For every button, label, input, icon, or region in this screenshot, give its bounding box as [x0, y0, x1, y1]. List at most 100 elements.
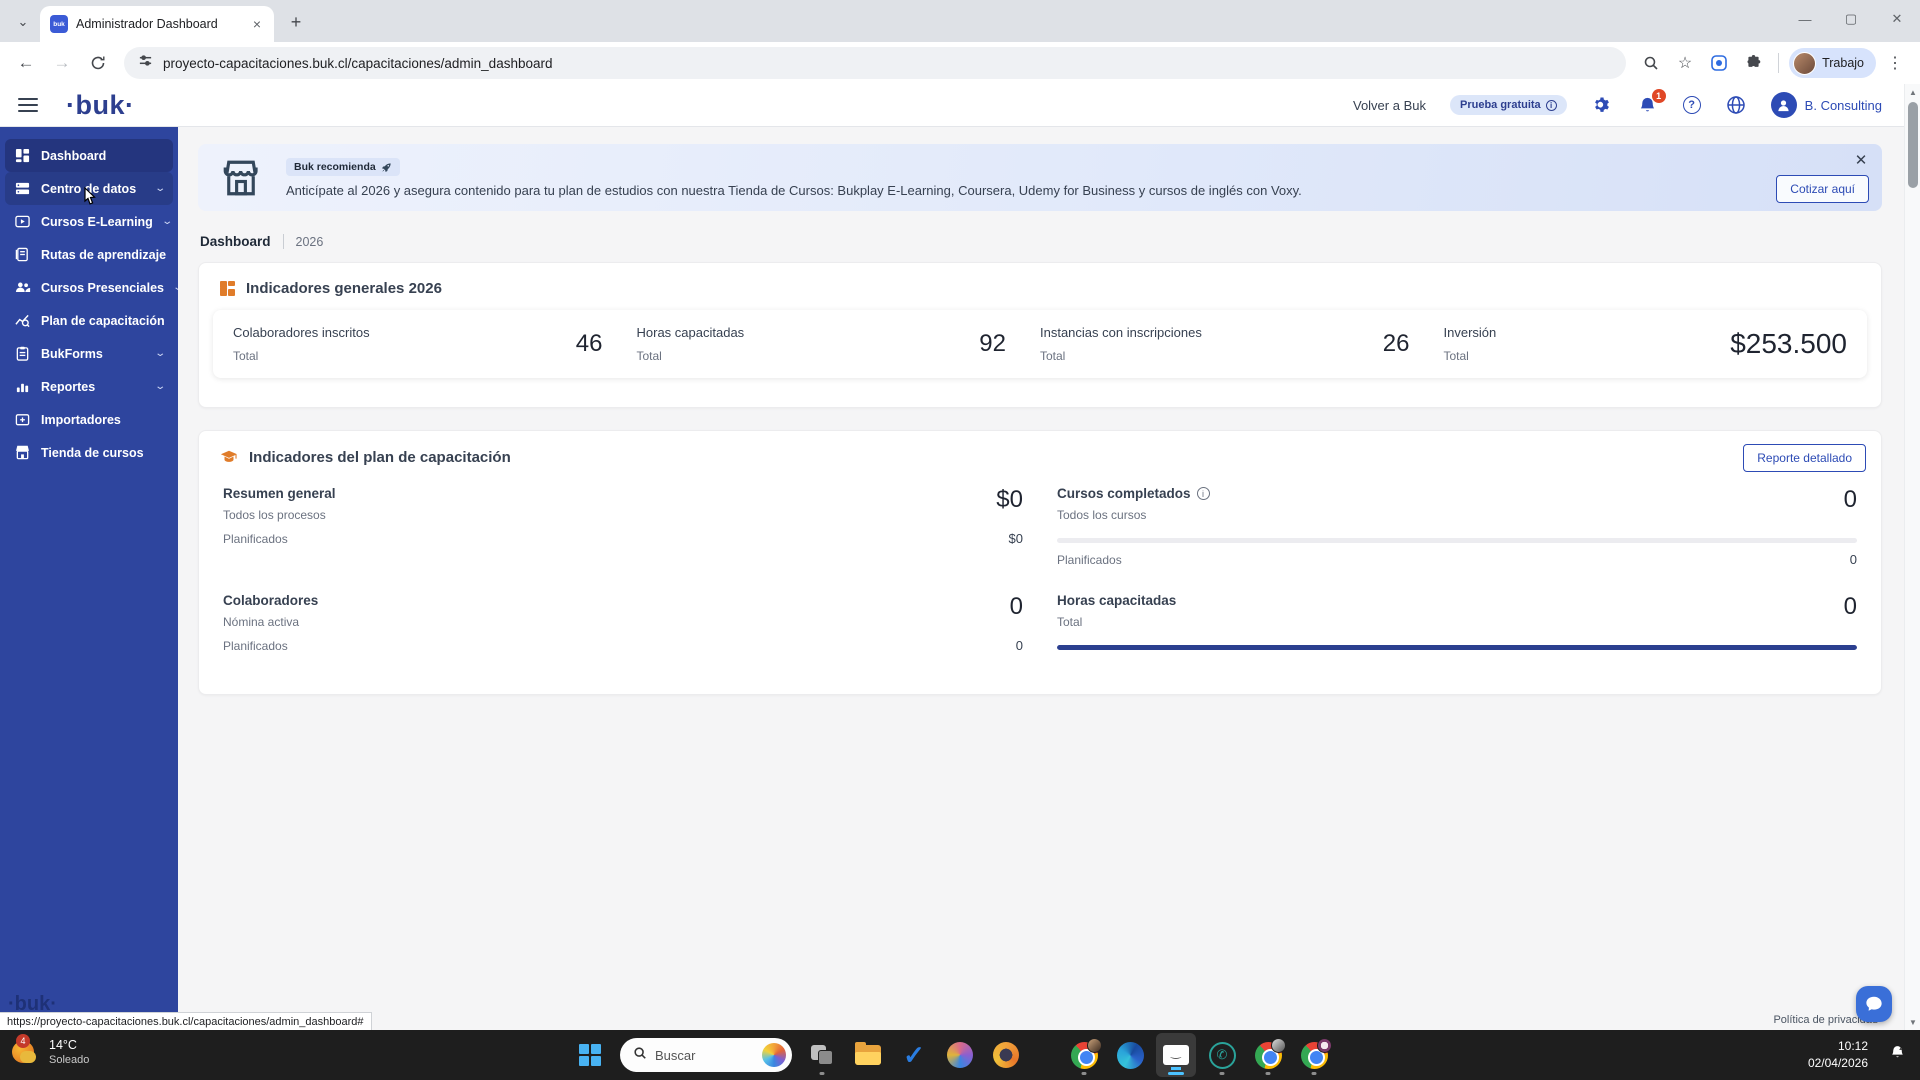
- chat-icon: [1866, 996, 1882, 1011]
- account-menu[interactable]: B. Consulting: [1770, 92, 1882, 118]
- metric-colaboradores-inscritos: Colaboradores inscritos Total 46: [233, 325, 603, 363]
- sidebar-item-plan-de-capacitacion[interactable]: Plan de capacitación: [5, 304, 173, 337]
- chevron-down-icon: ⌄: [153, 381, 166, 392]
- search-placeholder: Buscar: [655, 1047, 696, 1063]
- quad-horas-capacitadas: Horas capacitadas Total 0: [1057, 593, 1857, 653]
- browser-profile-chip[interactable]: Trabajo: [1789, 48, 1876, 78]
- chrome-icon: [1300, 1037, 1332, 1069]
- sidebar-item-rutas-de-aprendizaje[interactable]: Rutas de aprendizaje: [5, 238, 173, 271]
- url-text[interactable]: proyecto-capacitaciones.buk.cl/capacitac…: [163, 56, 552, 71]
- metric-value: $253.500: [1730, 328, 1847, 359]
- back-icon[interactable]: ←: [10, 47, 42, 79]
- clock-date: 02/04/2026: [1807, 1056, 1868, 1071]
- reporte-detallado-button[interactable]: Reporte detallado: [1743, 444, 1866, 472]
- metric-value: 92: [979, 330, 1006, 357]
- banner-close-icon[interactable]: ✕: [1852, 151, 1870, 169]
- task-view-button[interactable]: [802, 1033, 842, 1077]
- info-icon[interactable]: i: [1196, 487, 1210, 500]
- scroll-down-icon[interactable]: ▼: [1905, 1014, 1920, 1030]
- search-tabs-icon[interactable]: [1636, 48, 1666, 78]
- edge-button[interactable]: [1110, 1033, 1150, 1077]
- windows-taskbar: 4 14°C Soleado Buscar ✓ ✆ 10:12 02/04/20…: [0, 1030, 1920, 1080]
- browser-tab[interactable]: buk Administrador Dashboard ×: [40, 6, 274, 42]
- site-info-icon[interactable]: [138, 53, 153, 73]
- page-scrollbar[interactable]: ▲ ▼: [1904, 84, 1920, 1030]
- chrome-profile2-button[interactable]: [1248, 1033, 1288, 1077]
- close-button[interactable]: ✕: [1874, 0, 1920, 38]
- scroll-up-icon[interactable]: ▲: [1905, 84, 1920, 100]
- sidebar-item-cursos-presenciales[interactable]: Cursos Presenciales ⌄: [5, 271, 184, 304]
- settings-gear-icon[interactable]: [1591, 94, 1613, 116]
- whatsapp-button[interactable]: ✆: [1202, 1033, 1242, 1077]
- search-icon: [633, 1046, 647, 1065]
- importers-icon: [14, 411, 31, 428]
- tab-search-chevron-icon[interactable]: ⌄: [8, 7, 38, 37]
- design-app-button[interactable]: [940, 1033, 980, 1077]
- active-window-button[interactable]: [1156, 1033, 1196, 1077]
- quad-cursos-completados: Cursos completados i Todos los cursos 0 …: [1057, 486, 1857, 567]
- promo-banner: Buk recomienda Anticípate al 2026 y aseg…: [198, 144, 1882, 211]
- sidebar-item-tienda-de-cursos[interactable]: Tienda de cursos: [5, 436, 173, 469]
- language-globe-icon[interactable]: [1725, 94, 1747, 116]
- folder-icon: [855, 1042, 881, 1065]
- windows-logo-icon: [579, 1044, 601, 1066]
- horas-value: 0: [1843, 593, 1857, 620]
- breadcrumb-separator: [282, 234, 284, 249]
- taskbar-search[interactable]: Buscar: [620, 1038, 792, 1072]
- volver-a-buk-link[interactable]: Volver a Buk: [1353, 98, 1426, 113]
- forward-icon[interactable]: →: [46, 47, 78, 79]
- minimize-button[interactable]: —: [1782, 0, 1828, 38]
- edge-icon: [1116, 1041, 1144, 1069]
- notification-bell-sleep-icon[interactable]: z: [1889, 1044, 1906, 1066]
- learning-paths-icon: [14, 246, 31, 263]
- file-explorer-button[interactable]: [848, 1033, 888, 1077]
- sidebar-item-reportes[interactable]: Reportes ⌄: [5, 370, 173, 403]
- notification-count-badge: 1: [1651, 89, 1666, 103]
- monitor-icon: [1163, 1045, 1189, 1070]
- graduation-cap-icon: [220, 450, 238, 462]
- browser-menu-kebab-icon[interactable]: ⋮: [1880, 48, 1910, 78]
- taskbar-clock[interactable]: 10:12 02/04/2026: [1808, 1038, 1868, 1073]
- user-name: B. Consulting: [1804, 97, 1882, 113]
- chrome-profile3-button[interactable]: [1294, 1033, 1334, 1077]
- trial-badge[interactable]: Prueba gratuita i: [1449, 95, 1567, 115]
- sidebar-item-bukforms[interactable]: BukForms ⌄: [5, 337, 173, 370]
- sidebar-item-importadores[interactable]: Importadores: [5, 403, 173, 436]
- chat-launcher-button[interactable]: [1856, 986, 1892, 1022]
- status-hover-link: https://proyecto-capacitaciones.buk.cl/c…: [0, 1012, 372, 1030]
- breadcrumb-current[interactable]: Dashboard: [200, 234, 271, 249]
- course-store-icon: [14, 444, 31, 461]
- colaboradores-value: 0: [1009, 593, 1023, 620]
- secure-browser-button[interactable]: [986, 1033, 1026, 1077]
- sidebar-nav: Dashboard Centro de datos ⌄ Cursos E-Lea…: [0, 127, 184, 1030]
- whatsapp-icon: ✆: [1208, 1041, 1236, 1069]
- window-controls: — ▢ ✕: [1782, 0, 1920, 38]
- scrollbar-thumb[interactable]: [1908, 102, 1918, 188]
- rocket-icon: [381, 162, 391, 172]
- tab-close-icon[interactable]: ×: [248, 15, 266, 33]
- cursos-value: 0: [1843, 486, 1857, 513]
- chrome-profile1-button[interactable]: [1064, 1033, 1104, 1077]
- extensions-puzzle-icon[interactable]: [1738, 48, 1768, 78]
- start-button[interactable]: [570, 1033, 610, 1077]
- metrics-panel: Colaboradores inscritos Total 46 Horas c…: [213, 310, 1867, 378]
- news-count-badge: 4: [16, 1034, 30, 1048]
- metric-value: 46: [575, 330, 603, 357]
- help-icon[interactable]: ?: [1682, 96, 1701, 114]
- new-tab-button[interactable]: +: [282, 8, 310, 36]
- menu-hamburger-icon[interactable]: [18, 98, 38, 112]
- bookmark-star-icon[interactable]: ☆: [1670, 48, 1700, 78]
- cursos-progress-bar: [1057, 538, 1857, 543]
- reload-icon[interactable]: [82, 47, 114, 79]
- notifications-bell-icon[interactable]: 1: [1637, 89, 1666, 116]
- horas-progress-bar: [1057, 645, 1857, 650]
- todo-app-button[interactable]: ✓: [894, 1033, 934, 1077]
- maximize-button[interactable]: ▢: [1828, 0, 1874, 38]
- address-bar[interactable]: proyecto-capacitaciones.buk.cl/capacitac…: [124, 47, 1627, 79]
- reading-mode-icon[interactable]: [1704, 48, 1734, 78]
- quad-colaboradores: Colaboradores Nómina activa 0 Planificad…: [223, 593, 1023, 653]
- breadcrumb-year[interactable]: 2026: [296, 235, 324, 249]
- cotizar-aqui-button[interactable]: Cotizar aquí: [1776, 175, 1869, 203]
- weather-widget[interactable]: 4 14°C Soleado: [10, 1034, 89, 1067]
- sidebar-item-dashboard[interactable]: Dashboard: [5, 139, 173, 172]
